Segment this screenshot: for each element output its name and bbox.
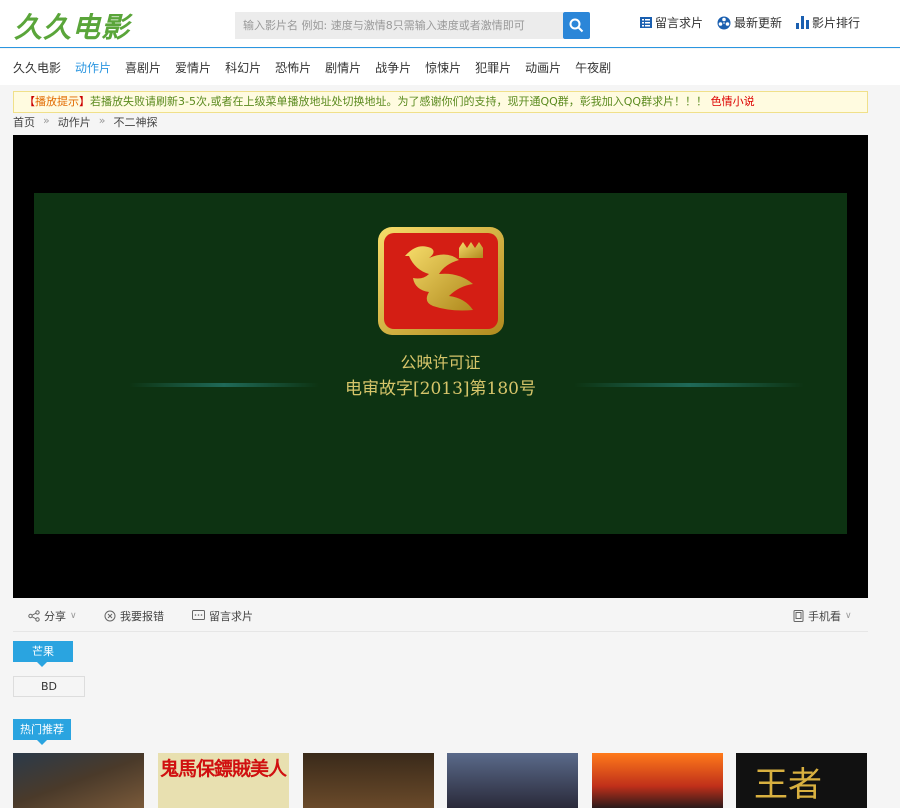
share-icon	[28, 610, 40, 622]
chevron-down-icon: ∨	[845, 611, 852, 621]
header-links: 留言求片 最新更新 影片排行	[639, 14, 860, 31]
header-link-request[interactable]: 留言求片	[639, 14, 703, 31]
license-title: 公映许可证	[400, 353, 481, 372]
category-nav: 久久电影 动作片 喜剧片 爱情片 科幻片 恐怖片 剧情片 战争片 惊悚片 犯罪片…	[0, 49, 900, 85]
play-notice: 【播放提示】若播放失败请刷新3-5次,或者在上级菜单播放地址处切换地址。为了感谢…	[13, 91, 868, 113]
breadcrumb-separator: »	[43, 114, 50, 127]
request-button[interactable]: 留言求片	[192, 608, 253, 624]
video-frame: 公映许可证 电审故字[2013]第180号	[34, 193, 847, 534]
chevron-down-icon: ∨	[70, 611, 77, 621]
site-logo[interactable]: 久久电影	[14, 6, 130, 46]
site-header: 久久电影 输入影片名 例如: 速度与激情8只需输入速度或者激情即可 留言求片 最…	[0, 0, 900, 48]
search-bar: 输入影片名 例如: 速度与激情8只需输入速度或者激情即可	[235, 12, 590, 39]
search-icon	[569, 18, 584, 33]
notice-tag: 【播放提示】	[24, 95, 90, 108]
nav-item-midnight[interactable]: 午夜剧	[575, 59, 611, 76]
nav-item-home[interactable]: 久久电影	[13, 59, 61, 76]
hot-section-title: 热门推荐	[13, 719, 71, 745]
mobile-icon	[793, 610, 804, 622]
poster-grid: 鬼馬保鏢賊美人 王者	[13, 753, 868, 808]
movie-poster[interactable]	[447, 753, 578, 808]
nav-item-crime[interactable]: 犯罪片	[475, 59, 511, 76]
comment-icon	[192, 610, 205, 620]
nav-item-thriller[interactable]: 惊悚片	[425, 59, 461, 76]
share-button[interactable]: 分享 ∨	[28, 608, 77, 624]
notice-message: 若播放失败请刷新3-5次,或者在上级菜单播放地址处切换地址。为了感谢你们的支持，…	[90, 95, 708, 108]
report-button[interactable]: 我要报错	[104, 608, 164, 624]
source-button-bd[interactable]: BD	[13, 676, 85, 697]
header-link-latest[interactable]: 最新更新	[717, 14, 782, 31]
bar-chart-icon	[795, 16, 809, 29]
mobile-label: 手机看	[808, 610, 841, 623]
report-label: 我要报错	[120, 610, 164, 623]
film-reel-icon	[717, 16, 731, 29]
nav-item-comedy[interactable]: 喜剧片	[125, 59, 161, 76]
breadcrumb-separator: »	[98, 114, 106, 127]
share-label: 分享	[44, 610, 66, 623]
notice-link[interactable]: 色情小说	[711, 95, 755, 108]
movie-poster[interactable]	[13, 753, 144, 808]
search-input[interactable]: 输入影片名 例如: 速度与激情8只需输入速度或者激情即可	[235, 12, 563, 39]
movie-poster[interactable]: 王者	[736, 753, 867, 808]
license-number: 电审故字[2013]第180号	[345, 379, 536, 399]
breadcrumb-category[interactable]: 动作片	[58, 114, 91, 130]
poster-title: 王者	[754, 765, 822, 805]
breadcrumb: 首页 » 动作片 » 不二神探	[13, 114, 157, 130]
nav-item-action[interactable]: 动作片	[75, 59, 111, 76]
header-link-label: 影片排行	[811, 16, 860, 30]
breadcrumb-current: 不二神探	[113, 116, 158, 129]
film-bureau-emblem	[378, 227, 504, 335]
nav-item-war[interactable]: 战争片	[375, 59, 411, 76]
search-button[interactable]	[563, 12, 590, 39]
nav-item-drama[interactable]: 剧情片	[325, 59, 361, 76]
request-label: 留言求片	[209, 610, 253, 623]
nav-item-romance[interactable]: 爱情片	[175, 59, 211, 76]
header-link-ranking[interactable]: 影片排行	[795, 14, 860, 31]
movie-poster[interactable]: 鬼馬保鏢賊美人	[158, 753, 289, 808]
source-title: 芒果	[13, 641, 73, 667]
video-player[interactable]: 公映许可证 电审故字[2013]第180号	[13, 135, 868, 598]
poster-title: 鬼馬保鏢賊美人	[160, 758, 287, 780]
breadcrumb-home[interactable]: 首页	[13, 114, 35, 130]
movie-poster[interactable]	[303, 753, 434, 808]
nav-item-horror[interactable]: 恐怖片	[275, 59, 311, 76]
mobile-view-button[interactable]: 手机看 ∨	[793, 608, 852, 624]
nav-item-animation[interactable]: 动画片	[525, 59, 561, 76]
header-link-label: 留言求片	[654, 16, 703, 30]
close-circle-icon	[104, 610, 116, 622]
header-link-label: 最新更新	[733, 16, 782, 30]
movie-poster[interactable]	[592, 753, 723, 808]
player-toolbar: 分享 ∨ 我要报错 留言求片 手机看 ∨	[13, 599, 868, 632]
list-icon	[639, 17, 652, 28]
nav-item-scifi[interactable]: 科幻片	[225, 59, 261, 76]
